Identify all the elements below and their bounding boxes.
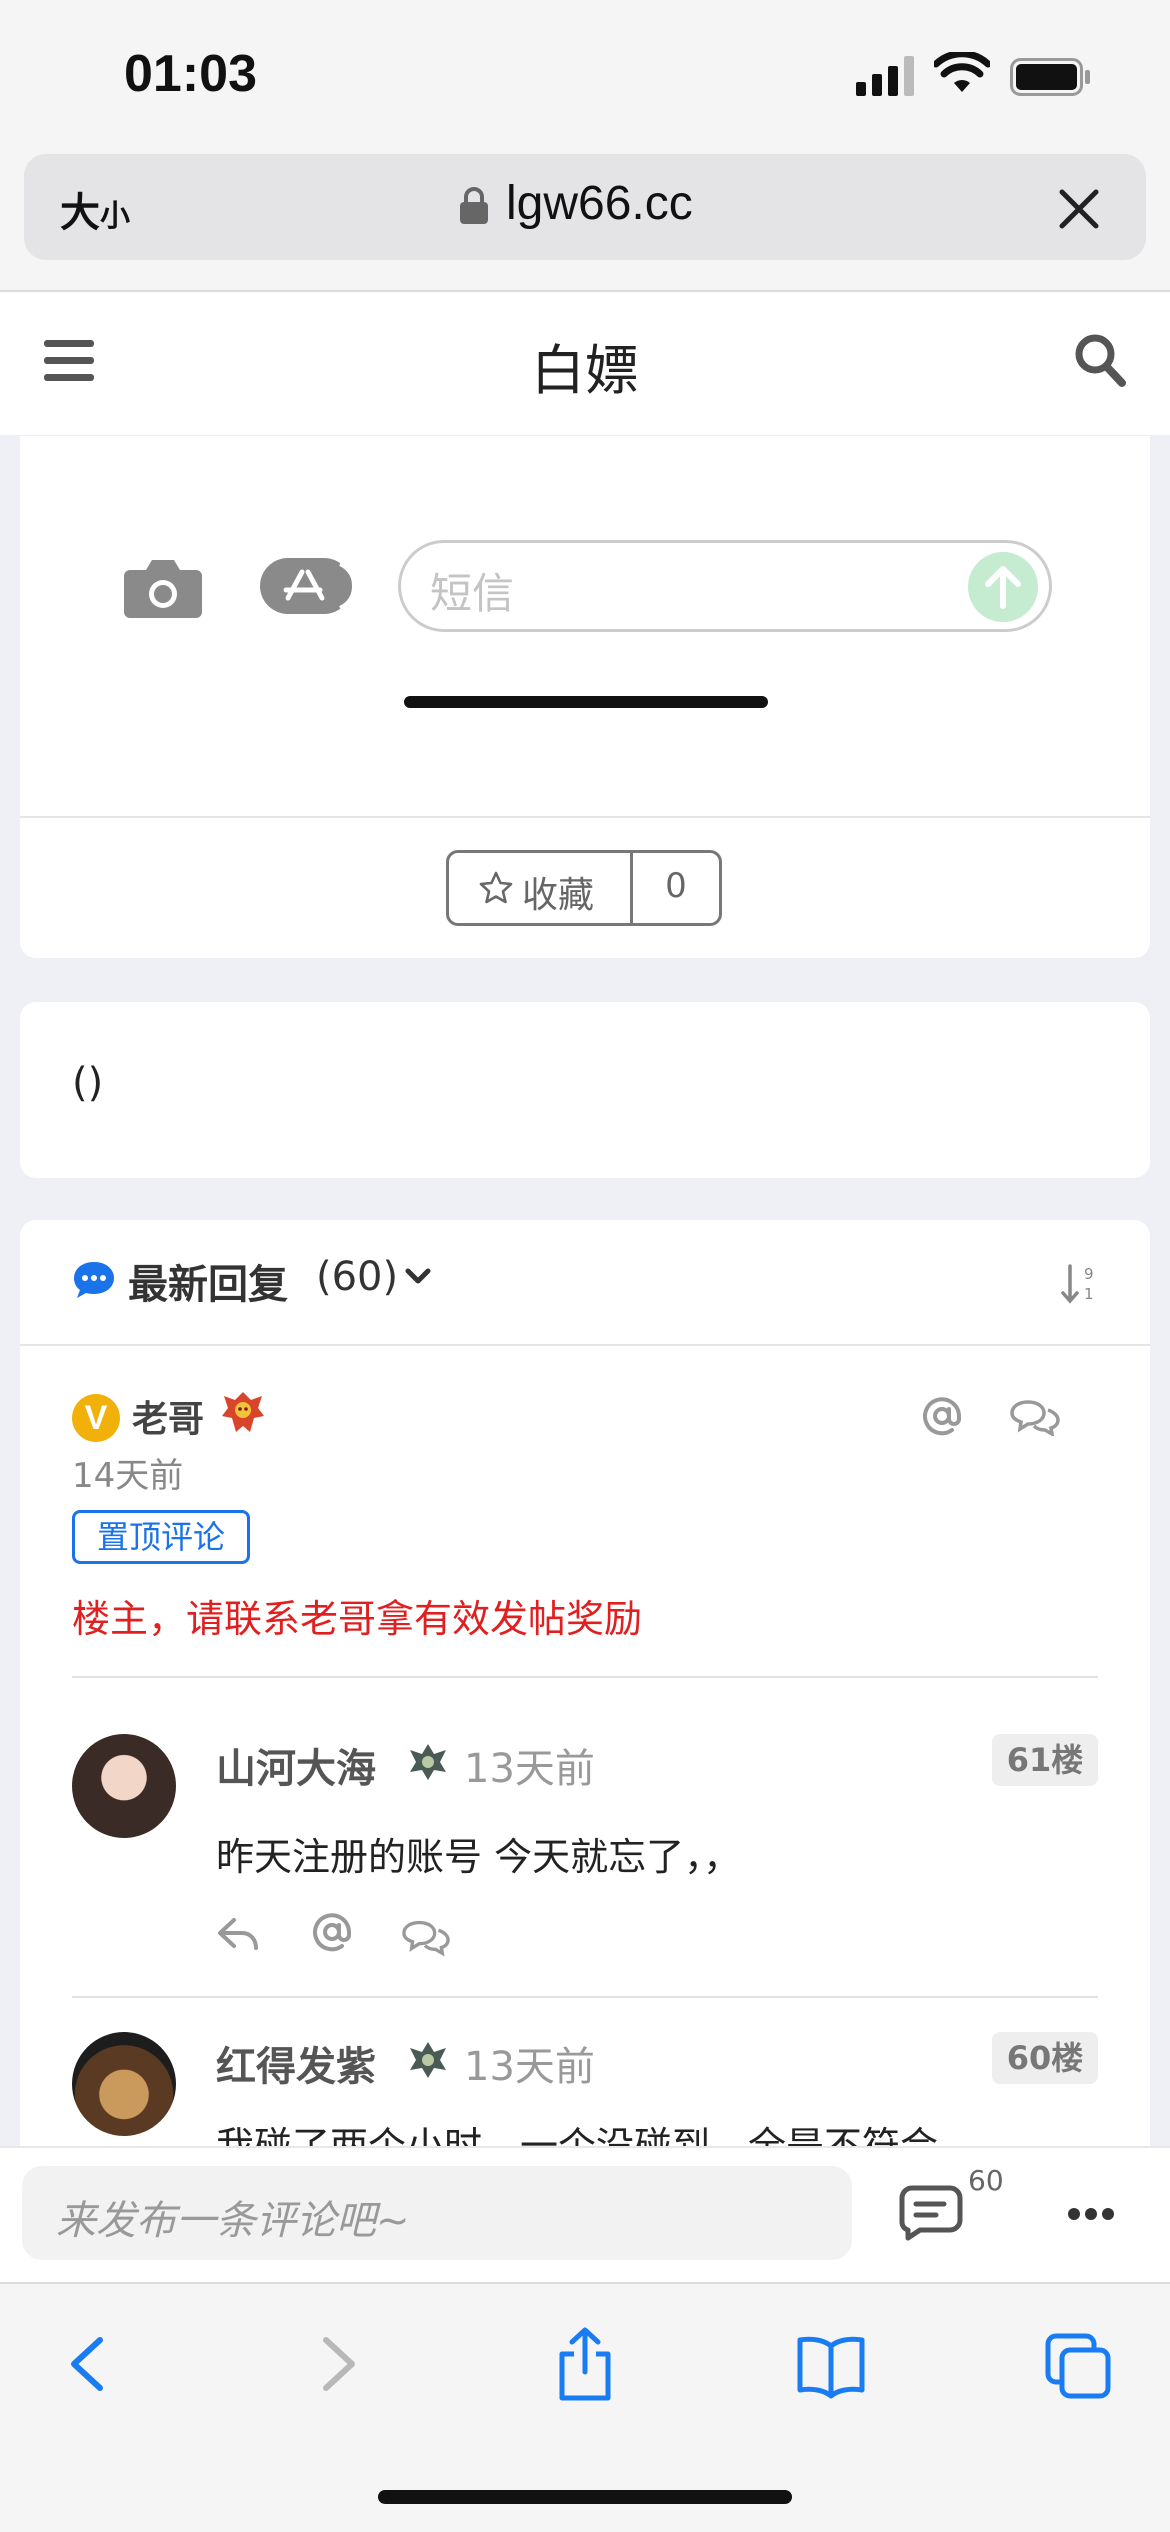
comments-count: 60	[968, 2164, 1004, 2197]
avatar[interactable]	[72, 1734, 176, 1838]
home-indicator-mock	[404, 696, 768, 708]
chevron-down-icon[interactable]	[404, 1266, 432, 1288]
pinned-username[interactable]: 老哥	[132, 1390, 204, 1442]
page-title: 白嫖	[531, 339, 639, 402]
sort-icon[interactable]: 9 1	[1060, 1262, 1098, 1306]
comment-text: 昨天注册的账号 今天就忘了，，	[216, 1835, 742, 1879]
text-size-label: 大	[60, 190, 100, 236]
reply-icon[interactable]	[214, 1912, 262, 1956]
lock-icon	[460, 187, 488, 224]
rank-badge-icon	[410, 2042, 446, 2078]
dragon-badge-icon	[222, 1392, 264, 1432]
comment-username[interactable]: 山河大海	[216, 1736, 376, 1794]
vip-badge-icon: V	[72, 1394, 120, 1442]
battery-icon	[1010, 58, 1090, 96]
pinned-timestamp: 14天前	[72, 1456, 184, 1496]
close-icon[interactable]	[1054, 184, 1104, 234]
floor-badge: 61楼	[992, 1734, 1098, 1786]
chat-bubble-icon	[74, 1262, 114, 1298]
avatar[interactable]	[72, 2032, 176, 2136]
wifi-icon	[934, 52, 990, 92]
more-icon[interactable]	[1068, 2208, 1114, 2222]
pinned-comment-tag: 置顶评论	[72, 1510, 250, 1564]
comment-icon[interactable]	[1010, 1396, 1060, 1436]
status-time: 01:03	[124, 45, 257, 103]
divider	[72, 1996, 1098, 1998]
favorite-count: 0	[665, 866, 687, 906]
bookmarks-icon[interactable]	[796, 2326, 866, 2402]
back-icon[interactable]	[52, 2326, 122, 2402]
favorite-label: 收藏	[522, 875, 595, 916]
app-store-icon	[260, 558, 354, 614]
content-text: ()	[72, 1060, 104, 1106]
divider	[20, 1344, 1150, 1346]
text-size-button[interactable]: 大小	[60, 180, 130, 238]
comment-text: 我碰了两个小时，一个没碰到，全是不符合	[216, 2124, 939, 2146]
message-placeholder: 短信	[430, 569, 515, 618]
comment-icon[interactable]	[402, 1914, 450, 1958]
floor-badge: 60楼	[992, 2032, 1098, 2084]
divider	[20, 816, 1150, 818]
cellular-signal-icon	[856, 56, 914, 96]
latest-replies-title[interactable]: 最新回复	[128, 1252, 288, 1310]
tabs-icon[interactable]	[1044, 2326, 1114, 2402]
comments-count-icon[interactable]	[898, 2184, 964, 2242]
comment-placeholder: 来发布一条评论吧~	[56, 2198, 410, 2244]
share-icon[interactable]	[550, 2326, 620, 2402]
camera-icon	[124, 560, 202, 618]
mention-icon[interactable]	[308, 1910, 356, 1954]
content-card	[20, 1002, 1150, 1178]
svg-text:9: 9	[1084, 1265, 1094, 1283]
mention-icon[interactable]	[920, 1394, 964, 1438]
star-icon	[479, 871, 513, 904]
forward-icon[interactable]	[304, 2326, 374, 2402]
svg-text:1: 1	[1084, 1285, 1094, 1303]
comment-timestamp: 13天前	[464, 2044, 595, 2090]
home-indicator	[378, 2490, 792, 2504]
latest-replies-count: (60)	[316, 1254, 399, 1300]
send-arrow-icon	[968, 552, 1038, 622]
rank-badge-icon	[410, 1744, 446, 1780]
search-icon[interactable]	[1072, 330, 1128, 390]
pinned-comment-text: 楼主，请联系老哥拿有效发帖奖励	[72, 1597, 643, 1641]
comment-username[interactable]: 红得发紫	[216, 2034, 376, 2092]
text-size-small-label: 小	[100, 199, 130, 234]
comment-timestamp: 13天前	[464, 1746, 595, 1792]
divider	[72, 1676, 1098, 1678]
url-domain[interactable]: lgw66.cc	[506, 176, 693, 231]
